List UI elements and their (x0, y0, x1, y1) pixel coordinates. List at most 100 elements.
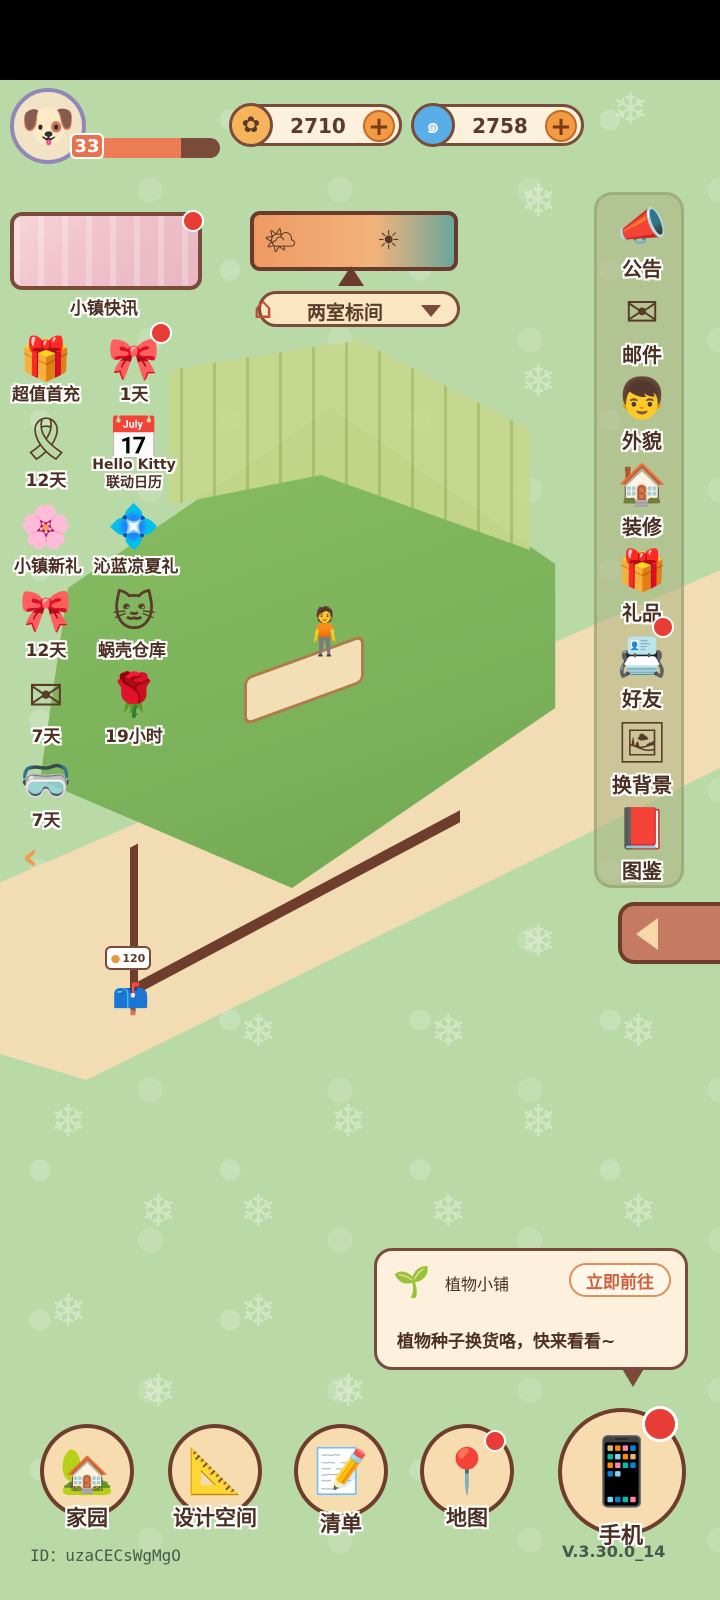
town-news-label: 小镇快讯 (70, 299, 138, 319)
player-id: ID：uzaCECsWgMgO (30, 1546, 181, 1565)
menu-item-appearance[interactable]: 👦 外貌 (597, 373, 687, 459)
nav-home-label: 家园 (66, 1506, 108, 1530)
collapse-menu-button[interactable] (618, 902, 720, 964)
notification-dot (642, 1406, 678, 1442)
popup-title: 植物小铺 (445, 1275, 510, 1294)
house-icon: ⌂ (253, 290, 273, 326)
version-label: V.3.30.0_14 (562, 1542, 666, 1561)
sun-cloud-icon: 🌤 (264, 226, 298, 256)
coin-counter: ✿ 2710 + (229, 103, 402, 147)
snowflake-icon: ❄ (520, 1096, 557, 1147)
nav-map-label: 地图 (446, 1506, 488, 1530)
menu-item-gifts[interactable]: 🎁 礼品 (597, 545, 687, 631)
chevron-down-icon (421, 305, 441, 317)
right-side-menu: 📣 公告 ✉ 邮件 👦 外貌 🏠 装修 🎁 礼品 📇 好友 🖼 换背景 📕 图鉴 (594, 192, 684, 888)
activity-label: 7天 (31, 811, 61, 831)
mailbox-price: 120 (122, 951, 146, 965)
notification-dot (182, 210, 204, 232)
menu-item-friends[interactable]: 📇 好友 (597, 631, 687, 717)
nav-checklist-label: 清单 (320, 1512, 362, 1536)
gold-ribbon-icon[interactable]: 🎗 (14, 410, 78, 468)
activity-label: 超值首充 (12, 385, 80, 405)
sun-icon: ☀ (377, 226, 401, 256)
weather-banner[interactable]: 🌤 ☀ (250, 211, 458, 271)
blue-flower-icon[interactable]: 💠 (102, 498, 166, 556)
snowflake-icon: ❄ (520, 176, 557, 227)
mailbox-icon[interactable]: 📫 (112, 982, 149, 1017)
snowflake-icon: ❄ (520, 916, 557, 967)
chevron-left-icon (636, 918, 658, 950)
snowflake-icon: ❄ (330, 1366, 367, 1417)
activity-label: Hello Kitty 联动日历 (92, 457, 176, 491)
snowflake-icon: ❄ (50, 1286, 87, 1337)
coin-value: 2710 (290, 114, 346, 138)
swirl-gem-icon: ๑ (411, 103, 455, 147)
goggles-icon[interactable]: 🥽 (14, 752, 78, 810)
activity-label: 1天 (119, 385, 149, 405)
activity-label: 19小时 (105, 727, 163, 747)
letter-icon[interactable]: ✉ (14, 666, 78, 724)
weather-pointer (338, 266, 364, 286)
snowflake-icon: ❄ (330, 1096, 367, 1147)
popup-message: 植物种子换货咯，快来看看~ (397, 1332, 616, 1352)
house-wrench-icon: 🏠 (617, 462, 667, 508)
activity-label: 7天 (31, 727, 61, 747)
contacts-icon: 📇 (617, 634, 667, 680)
activity-label: 12天 (25, 471, 67, 491)
menu-item-background[interactable]: 🖼 换背景 (597, 717, 687, 803)
snowflake-icon: ❄ (240, 1286, 277, 1337)
character-face-icon: 👦 (617, 376, 667, 422)
pink-bow-icon[interactable]: 🎀 (14, 582, 78, 640)
snowflake-icon: ❄ (240, 1186, 277, 1237)
map-pin-icon: 📍 (439, 1446, 495, 1497)
snowflake-icon: ❄ (430, 1186, 467, 1237)
activity-label: 蜗壳仓库 (98, 641, 166, 661)
menu-item-decorate[interactable]: 🏠 装修 (597, 459, 687, 545)
snowflake-icon: ❄ (620, 1006, 657, 1057)
room-selector[interactable]: ⌂ 两室标间 (253, 291, 460, 327)
notification-dot (150, 322, 172, 344)
menu-item-mail[interactable]: ✉ 邮件 (597, 287, 687, 373)
room-name: 两室标间 (307, 302, 384, 324)
status-bar (0, 0, 720, 80)
activity-label: 小镇新礼 (14, 557, 82, 577)
phone-icon: 📱 (580, 1433, 664, 1510)
snowflake-icon: ❄ (612, 84, 649, 135)
plant-shop-popup: 🌱 植物小铺 立即前往 植物种子换货咯，快来看看~ (374, 1248, 688, 1387)
xp-bar-fill (98, 138, 181, 158)
snowflake-icon: ❄ (240, 1006, 277, 1057)
cat-warehouse-icon[interactable]: 🐱 (102, 582, 166, 640)
gem-counter: ๑ 2758 + (411, 103, 584, 147)
snowflake-icon: ❄ (140, 1366, 177, 1417)
plant-sprout-icon: 🌱 (393, 1265, 431, 1300)
level-badge: 33 (70, 133, 104, 159)
mailbox-price-bubble[interactable]: ● 120 (105, 946, 151, 970)
coin-icon: ● (110, 951, 121, 965)
add-gem-button[interactable]: + (545, 110, 577, 142)
menu-item-announcement[interactable]: 📣 公告 (597, 201, 687, 287)
background-card-icon: 🖼 (616, 720, 668, 766)
add-coin-button[interactable]: + (363, 110, 395, 142)
coin-icon: ✿ (229, 103, 273, 147)
snowflake-icon: ❄ (140, 1186, 177, 1237)
mail-icon: ✉ (625, 290, 659, 336)
go-now-button[interactable]: 立即前往 (569, 1263, 671, 1297)
pink-flower-gift-icon[interactable]: 🌸 (14, 498, 78, 556)
snowflake-icon: ❄ (50, 1096, 87, 1147)
xp-bar (98, 138, 220, 158)
menu-item-collection[interactable]: 📕 图鉴 (597, 803, 687, 889)
home-icon: 🏡 (59, 1446, 115, 1497)
gift-icon: 🎁 (617, 548, 667, 594)
puppy-avatar-icon: 🐶 (20, 101, 76, 152)
notification-dot (652, 616, 674, 638)
design-ruler-icon: 📐 (187, 1446, 243, 1497)
blue-rose-box-icon[interactable]: 🌹 (102, 666, 166, 724)
gem-value: 2758 (472, 114, 528, 138)
town-news-thumbnail[interactable] (10, 212, 202, 290)
nav-checklist-button[interactable]: 📝 (294, 1424, 388, 1518)
checklist-icon: 📝 (313, 1446, 369, 1497)
nav-design-label: 设计空间 (173, 1506, 257, 1530)
player-character[interactable]: 🧍 (296, 604, 353, 659)
notification-dot (484, 1430, 506, 1452)
scroll-left-arrow[interactable]: ‹ (22, 834, 38, 880)
